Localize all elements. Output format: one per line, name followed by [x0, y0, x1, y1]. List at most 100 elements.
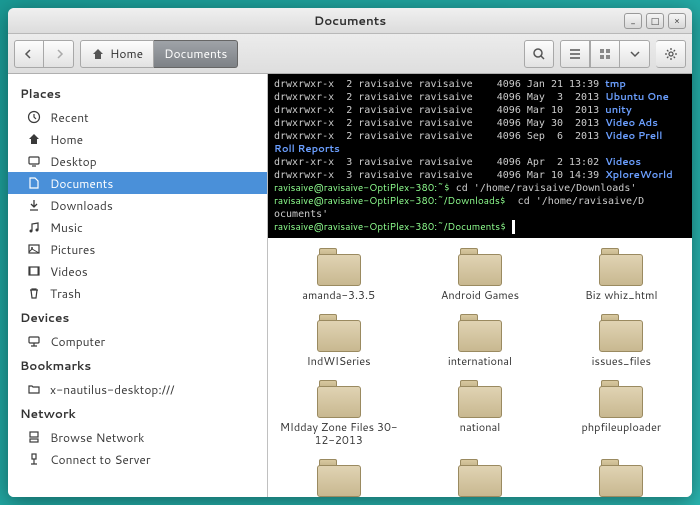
folder-item[interactable]: amanda-3.3.5 [274, 246, 404, 302]
recent-icon [26, 109, 42, 125]
sidebar-item-computer[interactable]: Computer [8, 330, 267, 352]
folder-icon [597, 457, 645, 497]
folder-icon [315, 312, 363, 352]
folder-label: Biz whiz_html [585, 289, 657, 302]
folder-icon [456, 457, 504, 497]
folder-label: MIdday Zone Files 30-12-2013 [276, 421, 402, 447]
window-title: Documents [314, 12, 386, 29]
sidebar-item-label: Home [50, 131, 83, 148]
path-documents-label: Documents [164, 45, 227, 62]
folder-item[interactable]: MIdday Zone Files 30-12-2013 [274, 378, 404, 447]
folder-icon [456, 378, 504, 418]
view-list-button[interactable] [560, 40, 590, 68]
grid-icon [598, 47, 612, 61]
search-icon [532, 47, 546, 61]
home-icon [26, 131, 42, 147]
computer-icon [26, 333, 42, 349]
sidebar-item-label: x-nautilus-desktop:/// [50, 381, 174, 398]
desktop-icon [26, 153, 42, 169]
gear-icon [664, 47, 678, 61]
sidebar-heading: Devices [8, 304, 267, 330]
folder-item[interactable]: IndWISeries [274, 312, 404, 368]
videos-icon [26, 263, 42, 279]
view-grid-button[interactable] [590, 40, 620, 68]
sidebar-item-desktop[interactable]: Desktop [8, 150, 267, 172]
sidebar-item-label: Videos [50, 263, 88, 280]
minimize-button[interactable]: _ [624, 13, 642, 29]
folder-icon [597, 312, 645, 352]
view-dropdown-button[interactable] [620, 40, 650, 68]
sidebar-item-downloads[interactable]: Downloads [8, 194, 267, 216]
connect-icon [26, 451, 42, 467]
sidebar: Places Recent Home Desktop Documents Download… [8, 74, 268, 497]
sidebar-item-pictures[interactable]: Pictures [8, 238, 267, 260]
folder-label: Android Games [441, 289, 519, 302]
back-button[interactable] [14, 40, 44, 68]
sidebar-item-videos[interactable]: Videos [8, 260, 267, 282]
folder-icon [315, 378, 363, 418]
folder-icon [315, 246, 363, 286]
folder-item[interactable]: issues_files [556, 312, 686, 368]
sidebar-item-connect-to-server[interactable]: Connect to Server [8, 448, 267, 470]
trash-icon [26, 285, 42, 301]
sidebar-item-label: Documents [50, 175, 113, 192]
maximize-button[interactable]: □ [646, 13, 664, 29]
documents-icon [26, 175, 42, 191]
content-area: Places Recent Home Desktop Documents Download… [8, 74, 692, 497]
main-pane: drwxrwxr-x 2 ravisaive ravisaive 4096 Ja… [268, 74, 692, 497]
folder-item[interactable]: plogger-1.0RC1 [274, 457, 404, 497]
chevron-right-icon [54, 49, 64, 59]
list-icon [568, 47, 582, 61]
sidebar-item-label: Downloads [50, 197, 113, 214]
chevron-down-icon [630, 49, 640, 59]
sidebar-item-music[interactable]: Music [8, 216, 267, 238]
file-manager-window: Documents _ □ × Home Documents [8, 8, 692, 497]
terminal[interactable]: drwxrwxr-x 2 ravisaive ravisaive 4096 Ja… [268, 74, 692, 238]
path-documents[interactable]: Documents [154, 40, 238, 68]
close-button[interactable]: × [668, 13, 686, 29]
sidebar-item-label: Trash [50, 285, 81, 302]
folder-item[interactable]: international [415, 312, 545, 368]
folder-item[interactable]: ratecard2 [556, 457, 686, 497]
folder-item[interactable]: Android Games [415, 246, 545, 302]
folder-item[interactable]: ratecard [415, 457, 545, 497]
sidebar-heading: Network [8, 400, 267, 426]
sidebar-item-label: Connect to Server [50, 451, 151, 468]
chevron-left-icon [24, 49, 34, 59]
sidebar-item-label: Recent [50, 109, 89, 126]
folder-icon [597, 246, 645, 286]
forward-button[interactable] [44, 40, 74, 68]
folder-label: IndWISeries [307, 355, 371, 368]
sidebar-item-label: Browse Network [50, 429, 144, 446]
search-button[interactable] [524, 40, 554, 68]
pictures-icon [26, 241, 42, 257]
folder-item[interactable]: phpfileuploader [556, 378, 686, 447]
sidebar-item-home[interactable]: Home [8, 128, 267, 150]
folder-item[interactable]: national [415, 378, 545, 447]
folder-icon [315, 457, 363, 497]
sidebar-item-trash[interactable]: Trash [8, 282, 267, 304]
sidebar-item-documents[interactable]: Documents [8, 172, 267, 194]
titlebar: Documents _ □ × [8, 8, 692, 34]
sidebar-item-browse-network[interactable]: Browse Network [8, 426, 267, 448]
folder-label: issues_files [592, 355, 651, 368]
sidebar-item-label: Desktop [50, 153, 97, 170]
sidebar-heading: Bookmarks [8, 352, 267, 378]
file-grid: amanda-3.3.5 Android Games Biz whiz_html In… [268, 238, 692, 497]
folder-item[interactable]: Biz whiz_html [556, 246, 686, 302]
home-icon [91, 47, 105, 61]
folder-label: amanda-3.3.5 [302, 289, 375, 302]
folder-icon [26, 381, 42, 397]
folder-icon [597, 378, 645, 418]
folder-label: international [448, 355, 512, 368]
downloads-icon [26, 197, 42, 213]
sidebar-item-recent[interactable]: Recent [8, 106, 267, 128]
sidebar-heading: Places [8, 80, 267, 106]
toolbar: Home Documents [8, 34, 692, 74]
sidebar-item-x-nautilus-desktop-[interactable]: x-nautilus-desktop:/// [8, 378, 267, 400]
nav-buttons [14, 40, 74, 68]
sidebar-item-label: Music [50, 219, 83, 236]
path-home[interactable]: Home [80, 40, 154, 68]
settings-button[interactable] [656, 40, 686, 68]
window-controls: _ □ × [624, 13, 686, 29]
